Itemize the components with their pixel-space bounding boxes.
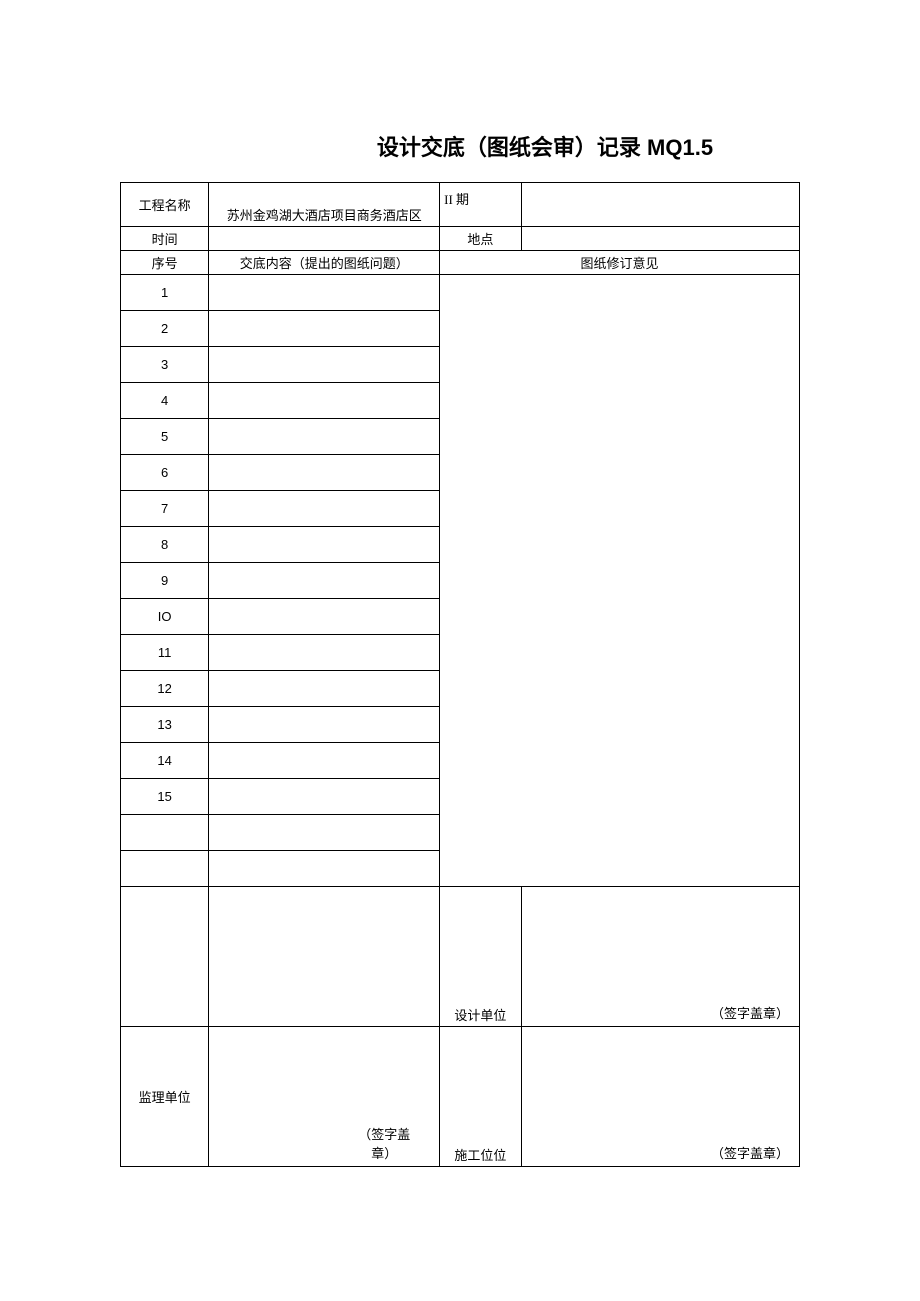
document-title: 设计交底（图纸会审）记录 MQ1.5 [120,130,800,162]
signature-design: （签字盖章） [521,887,799,1027]
table-row: 2 [121,311,209,347]
table-row [121,815,209,851]
table-row: 13 [121,707,209,743]
cell-content [209,779,440,815]
table-row: IO [121,599,209,635]
table-row: 4 [121,383,209,419]
cell-content [209,347,440,383]
cell-content [209,455,440,491]
cell-revision-merged [440,275,800,887]
table-row: 14 [121,743,209,779]
table-row: 5 [121,419,209,455]
table-row: 12 [121,671,209,707]
cell-content [209,815,440,851]
cell-content [209,419,440,455]
table-row: 1 [121,275,209,311]
cell-content [209,851,440,887]
label-construction-unit: 施工位位 [440,1027,521,1167]
label-phase: II 期 [440,183,521,227]
value-phase [521,183,799,227]
table-row: 8 [121,527,209,563]
cell-blank-left [121,887,209,1027]
table-row: 15 [121,779,209,815]
signature-supervision: （签字盖章） [209,1027,440,1167]
label-location: 地点 [440,227,521,251]
table-row: 7 [121,491,209,527]
header-revision: 图纸修订意见 [440,251,800,275]
value-location [521,227,799,251]
cell-content [209,635,440,671]
table-row: 6 [121,455,209,491]
label-design-unit: 设计单位 [440,887,521,1027]
cell-content [209,383,440,419]
main-table: 工程名称 苏州金鸡湖大酒店项目商务酒店区 II 期 时间 地点 序号 交底内容（… [120,182,800,1167]
cell-content [209,491,440,527]
label-project-name: 工程名称 [121,183,209,227]
cell-content [209,743,440,779]
table-row: 11 [121,635,209,671]
cell-content [209,707,440,743]
label-time: 时间 [121,227,209,251]
table-row: 3 [121,347,209,383]
cell-content [209,275,440,311]
cell-content [209,599,440,635]
cell-content [209,527,440,563]
header-content: 交底内容（提出的图纸问题） [209,251,440,275]
cell-content [209,311,440,347]
cell-content [209,563,440,599]
value-project-name: 苏州金鸡湖大酒店项目商务酒店区 [209,183,440,227]
signature-construction: （签字盖章） [521,1027,799,1167]
cell-content [209,671,440,707]
header-seq: 序号 [121,251,209,275]
label-supervision-unit: 监理单位 [121,1027,209,1167]
table-row: 9 [121,563,209,599]
cell-blank-content [209,887,440,1027]
table-row [121,851,209,887]
value-time [209,227,440,251]
